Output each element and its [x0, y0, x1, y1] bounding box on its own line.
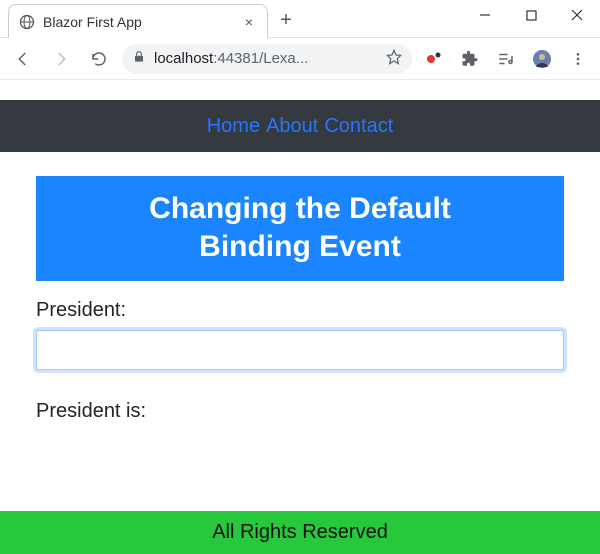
reload-button[interactable] [84, 44, 114, 74]
window-controls [462, 0, 600, 30]
lock-icon [132, 50, 146, 68]
banner-line-1: Changing the Default [46, 190, 554, 228]
kebab-menu-icon[interactable] [564, 45, 592, 73]
site-footer: All Rights Reserved [0, 511, 600, 554]
tab-title: Blazor First App [43, 14, 233, 30]
banner-line-2: Binding Event [46, 228, 554, 266]
president-input[interactable] [36, 330, 564, 370]
address-bar[interactable]: localhost:44381/Lexa... [122, 44, 412, 74]
footer-text: All Rights Reserved [212, 521, 388, 543]
window-titlebar: Blazor First App × + [0, 0, 600, 38]
url-text: localhost:44381/Lexa... [154, 50, 378, 67]
president-result: President is: [36, 400, 564, 423]
site-navbar: Home About Contact [0, 100, 600, 152]
close-window-button[interactable] [554, 0, 600, 30]
president-label: President: [36, 299, 564, 322]
maximize-button[interactable] [508, 0, 554, 30]
page-content: Home About Contact Changing the Default … [0, 100, 600, 423]
main-content: Changing the Default Binding Event Presi… [0, 152, 600, 423]
back-button[interactable] [8, 44, 38, 74]
media-list-icon[interactable] [492, 45, 520, 73]
nav-link-about[interactable]: About [266, 115, 318, 138]
minimize-button[interactable] [462, 0, 508, 30]
nav-link-home[interactable]: Home [207, 115, 260, 138]
star-icon[interactable] [386, 49, 402, 69]
avatar-icon[interactable] [528, 45, 556, 73]
puzzle-icon[interactable] [456, 45, 484, 73]
red-dot-icon[interactable] [420, 45, 448, 73]
page-banner: Changing the Default Binding Event [36, 176, 564, 281]
browser-tab[interactable]: Blazor First App × [8, 4, 268, 38]
globe-icon [19, 14, 35, 30]
forward-button[interactable] [46, 44, 76, 74]
close-tab-button[interactable]: × [241, 14, 257, 30]
nav-link-contact[interactable]: Contact [324, 115, 393, 138]
browser-toolbar: localhost:44381/Lexa... [0, 38, 600, 80]
new-tab-button[interactable]: + [272, 6, 300, 34]
